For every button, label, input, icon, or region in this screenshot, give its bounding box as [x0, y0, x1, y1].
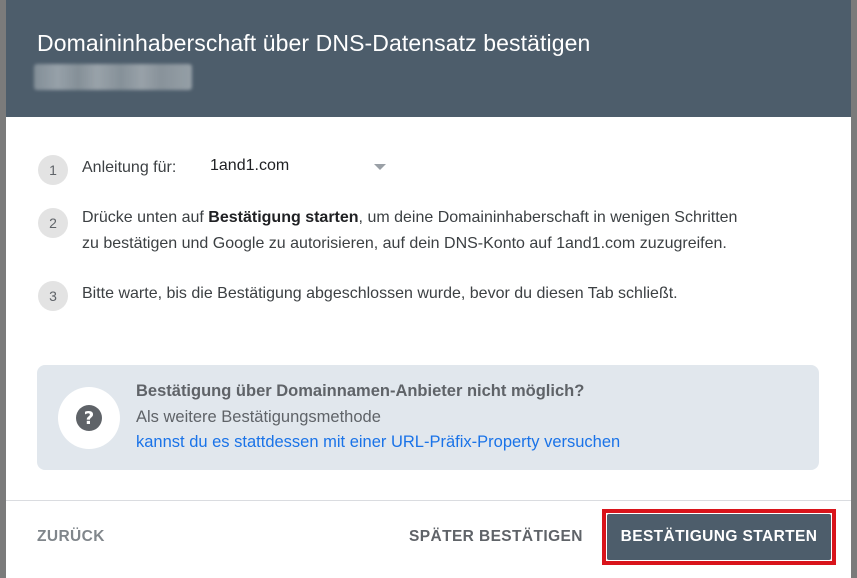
- step-number: 2: [38, 208, 68, 238]
- blurred-domain-name: [34, 64, 192, 90]
- dialog-footer: ZURÜCK SPÄTER BESTÄTIGEN BESTÄTIGUNG STA…: [6, 501, 851, 578]
- dropdown-arrow-icon: [374, 164, 386, 170]
- step-number: 3: [38, 281, 68, 311]
- step-text: Drücke unten auf Bestätigung starten, um…: [82, 205, 737, 257]
- step-text: Anleitung für:: [82, 155, 176, 181]
- step-number: 1: [38, 155, 68, 185]
- step-text: Bitte warte, bis die Bestätigung abgesch…: [82, 285, 678, 302]
- verify-later-button[interactable]: SPÄTER BESTÄTIGEN: [409, 523, 583, 551]
- info-text: Als weitere Bestätigungsmethode: [136, 408, 381, 426]
- info-title: Bestätigung über Domainnamen-Anbieter ni…: [136, 382, 585, 400]
- alternative-method-box: ? Bestätigung über Domainnamen-Anbieter …: [37, 365, 819, 470]
- start-verification-button[interactable]: BESTÄTIGUNG STARTEN: [607, 514, 831, 560]
- step-text-bold: Bestätigung starten: [208, 209, 359, 226]
- step-text-after: , um deine Domaininhaberschaft in wenige…: [358, 209, 738, 226]
- help-icon-container: ?: [58, 387, 120, 449]
- backdrop-right: [851, 0, 857, 578]
- provider-value: 1and1.com: [210, 157, 290, 174]
- question-mark-icon: ?: [76, 405, 102, 431]
- url-prefix-link[interactable]: kannst du es stattdessen mit einer URL-P…: [136, 433, 620, 452]
- provider-label: Anleitung für:: [82, 159, 177, 176]
- step-text-line2: zu bestätigen und Google zu autorisieren…: [82, 235, 727, 252]
- dialog-header: Domaininhaberschaft über DNS-Datensatz b…: [6, 0, 851, 117]
- step-text-before: Drücke unten auf: [82, 209, 209, 226]
- provider-dropdown[interactable]: 1and1.com: [210, 155, 386, 181]
- back-button[interactable]: ZURÜCK: [37, 523, 105, 551]
- verify-dns-dialog: Domaininhaberschaft über DNS-Datensatz b…: [6, 0, 851, 578]
- dialog-title: Domaininhaberschaft über DNS-Datensatz b…: [37, 30, 591, 56]
